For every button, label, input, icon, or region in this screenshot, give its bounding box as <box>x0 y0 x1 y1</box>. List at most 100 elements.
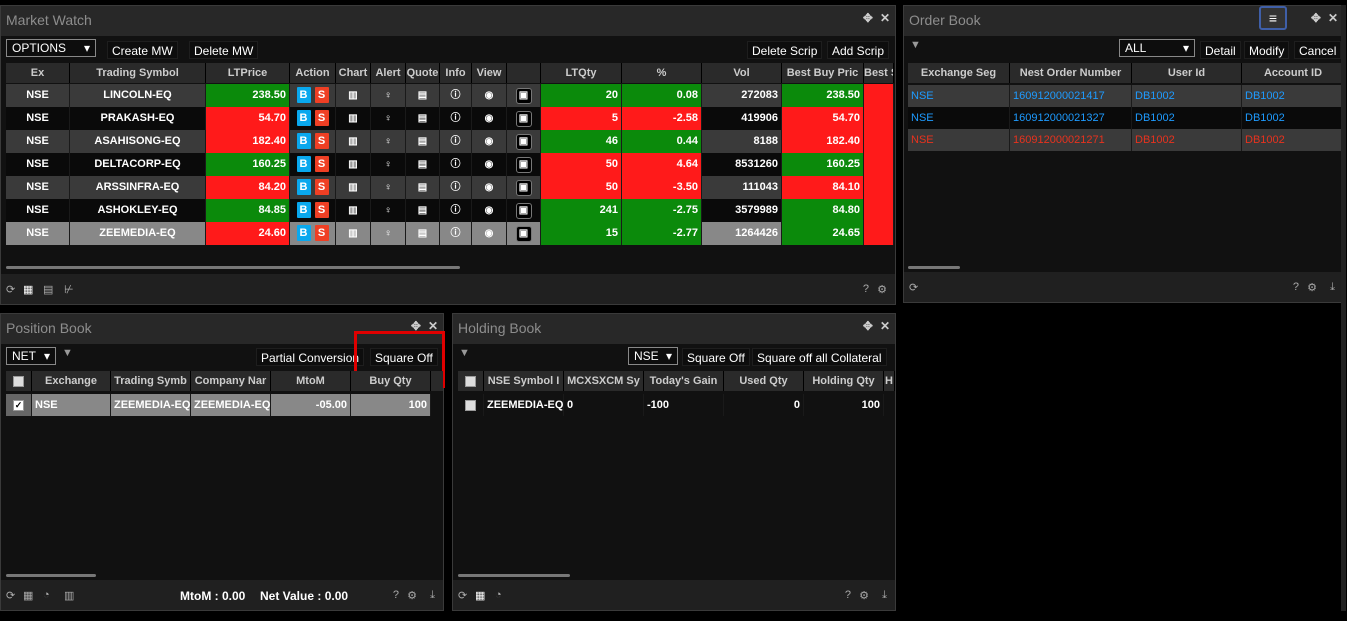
select-all-checkbox[interactable] <box>13 375 24 387</box>
horizontal-scrollbar[interactable] <box>6 574 96 577</box>
col-trading-symbol[interactable]: Trading Symb <box>111 371 191 391</box>
order-status-select[interactable]: ALL ▾ <box>1119 39 1195 57</box>
holding-square-off-button[interactable]: Square Off <box>682 348 750 366</box>
right-scrollbar[interactable] <box>1341 5 1346 611</box>
alert-icon[interactable]: ♀ <box>384 136 392 147</box>
col-pct[interactable]: % <box>622 63 702 83</box>
table-row[interactable]: NSE ASAHISONG-EQ 182.40 B S ▥ ♀ ▤ ⓘ ◉ ▣ 46 0.44 8188 1… <box>6 130 894 153</box>
market-depth-icon[interactable]: ▣ <box>515 88 532 104</box>
add-scrip-button[interactable]: Add Scrip <box>827 41 890 59</box>
alert-icon[interactable]: ♀ <box>384 205 392 216</box>
download-icon[interactable]: ⤓ <box>430 589 435 602</box>
quote-icon[interactable]: ▤ <box>418 113 427 124</box>
sell-button[interactable]: S <box>314 179 329 195</box>
sell-button[interactable]: S <box>314 87 329 103</box>
help-icon[interactable]: ? <box>1293 281 1299 293</box>
sell-button[interactable]: S <box>314 133 329 149</box>
select-all-checkbox[interactable] <box>465 375 476 387</box>
help-icon[interactable]: ? <box>863 283 869 295</box>
filter-icon[interactable]: ▼ <box>910 39 921 51</box>
refresh-icon[interactable]: ⟳ <box>458 589 467 602</box>
col-chart[interactable]: Chart <box>336 63 371 83</box>
market-depth-icon[interactable]: ▣ <box>515 111 532 127</box>
table-row[interactable]: NSE 160912000021417 DB1002 DB1002 <box>908 85 1345 107</box>
col-best-buy[interactable]: Best Buy Pric <box>782 63 864 83</box>
grid-view-icon[interactable]: ▤ <box>43 283 53 296</box>
quote-icon[interactable]: ▤ <box>418 182 427 193</box>
create-mw-button[interactable]: Create MW <box>107 41 178 59</box>
view-icon[interactable]: ◉ <box>485 90 494 101</box>
col-account-id[interactable]: Account ID <box>1242 63 1345 83</box>
market-depth-icon[interactable]: ▣ <box>515 226 532 242</box>
view-icon[interactable]: ◉ <box>485 182 494 193</box>
col-alert[interactable]: Alert <box>371 63 406 83</box>
sell-button[interactable]: S <box>314 156 329 172</box>
view-icon[interactable]: ◉ <box>485 113 494 124</box>
col-ltprice[interactable]: LTPrice <box>206 63 290 83</box>
table-row[interactable]: ZEEMEDIA-EQ 0 -100 0 100 <box>458 394 895 416</box>
square-off-all-collateral-button[interactable]: Square off all Collateral <box>752 348 887 366</box>
buy-button[interactable]: B <box>296 133 311 149</box>
alert-icon[interactable]: ♀ <box>384 182 392 193</box>
info-icon[interactable]: ⓘ <box>451 113 461 124</box>
market-depth-icon[interactable]: ▣ <box>515 180 532 196</box>
buy-button[interactable]: B <box>296 202 311 218</box>
view-icon[interactable]: ◉ <box>485 159 494 170</box>
chart-icon[interactable]: ▥ <box>348 228 357 239</box>
info-icon[interactable]: ⓘ <box>451 228 461 239</box>
buy-button[interactable]: B <box>296 110 311 126</box>
position-type-select[interactable]: NET ▾ <box>6 347 56 365</box>
col-view[interactable]: View <box>472 63 507 83</box>
exchange-select[interactable]: NSE ▾ <box>628 347 678 365</box>
col-h[interactable]: H <box>884 371 895 391</box>
row-checkbox[interactable]: ✓ <box>13 399 24 411</box>
col-exchange-seg[interactable]: Exchange Seg <box>908 63 1010 83</box>
view-icon[interactable]: ◉ <box>485 136 494 147</box>
col-user-id[interactable]: User Id <box>1132 63 1242 83</box>
buy-button[interactable]: B <box>296 156 311 172</box>
col-mcx-symbol[interactable]: MCXSXCM Sy <box>564 371 644 391</box>
select-all-checkbox-cell[interactable] <box>6 371 32 391</box>
pie-chart-icon[interactable]: ◔ <box>43 589 50 601</box>
col-ex[interactable]: Ex <box>6 63 70 83</box>
alert-icon[interactable]: ♀ <box>384 228 392 239</box>
close-icon[interactable]: ✕ <box>1328 11 1338 25</box>
buy-button[interactable]: B <box>296 179 311 195</box>
sell-button[interactable]: S <box>314 110 329 126</box>
bar-chart-icon[interactable]: ▥ <box>64 589 74 602</box>
download-icon[interactable]: ⤓ <box>882 589 887 602</box>
col-depth[interactable] <box>507 63 541 83</box>
alert-icon[interactable]: ♀ <box>384 113 392 124</box>
buy-button[interactable]: B <box>296 225 311 241</box>
horizontal-scrollbar[interactable] <box>458 574 570 577</box>
buy-button[interactable]: B <box>296 87 311 103</box>
quote-icon[interactable]: ▤ <box>418 136 427 147</box>
col-nse-symbol[interactable]: NSE Symbol I <box>484 371 564 391</box>
table-row[interactable]: NSE ZEEMEDIA-EQ 24.60 B S ▥ ♀ ▤ ⓘ ◉ ▣ 15 -2.77 126442… <box>6 222 894 245</box>
table-row[interactable]: NSE ARSSINFRA-EQ 84.20 B S ▥ ♀ ▤ ⓘ ◉ ▣ 50 -3.50 11104… <box>6 176 894 199</box>
delete-scrip-button[interactable]: Delete Scrip <box>747 41 823 59</box>
chart-icon[interactable]: ▥ <box>348 90 357 101</box>
refresh-icon[interactable]: ⟳ <box>909 281 918 294</box>
table-view-icon[interactable]: ▦ <box>23 283 33 296</box>
move-icon[interactable]: ✥ <box>1311 11 1321 25</box>
detail-button[interactable]: Detail <box>1200 41 1241 59</box>
quote-icon[interactable]: ▤ <box>418 228 427 239</box>
col-todays-gain[interactable]: Today's Gain <box>644 371 724 391</box>
market-depth-icon[interactable]: ▣ <box>515 157 532 173</box>
alert-icon[interactable]: ♀ <box>384 90 392 101</box>
col-exchange[interactable]: Exchange <box>32 371 111 391</box>
table-row[interactable]: ✓ NSE ZEEMEDIA-EQ ZEEMEDIA-EQ -05.00 100 <box>6 394 443 416</box>
partial-conversion-button[interactable]: Partial Conversion <box>256 348 365 366</box>
move-icon[interactable]: ✥ <box>863 319 873 333</box>
cell-checkbox[interactable] <box>458 394 484 416</box>
gear-icon[interactable]: ⚙ <box>407 589 417 602</box>
col-mtom[interactable]: MtoM <box>271 371 351 391</box>
help-icon[interactable]: ? <box>845 589 851 601</box>
quote-icon[interactable]: ▤ <box>418 90 427 101</box>
refresh-icon[interactable]: ⟳ <box>6 283 15 296</box>
market-depth-icon[interactable]: ▣ <box>515 203 532 219</box>
gear-icon[interactable]: ⚙ <box>1307 281 1317 294</box>
sell-button[interactable]: S <box>314 225 329 241</box>
modify-button[interactable]: Modify <box>1244 41 1290 59</box>
